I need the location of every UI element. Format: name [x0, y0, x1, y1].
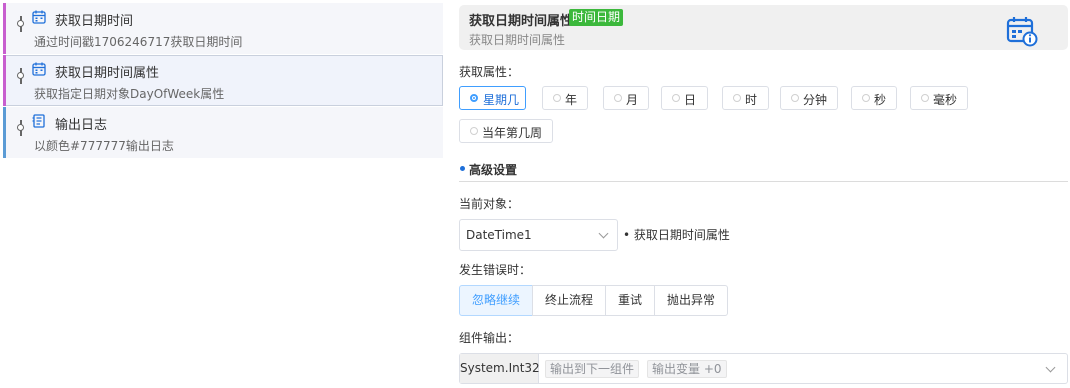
current-object-label: 当前对象：: [459, 197, 520, 211]
output-chip-next-component: 输出到下一组件: [545, 360, 640, 378]
calendar-icon: [32, 62, 46, 76]
log-icon: [32, 114, 45, 128]
chevron-down-icon: [598, 228, 609, 239]
output-chip-variable: 输出变量 +0: [647, 360, 727, 378]
current-object-note: • 获取日期时间属性: [623, 228, 730, 242]
flow-step-get-datetime-property[interactable]: 获取日期时间属性 获取指定日期对象DayOfWeek属性: [3, 55, 443, 106]
panel-title: 获取日期时间属性: [469, 14, 574, 29]
property-label: 获取属性：: [459, 65, 520, 79]
radio-dot: [791, 94, 799, 102]
calendar-icon: [32, 10, 46, 24]
ignore-continue-button[interactable]: 忽略继续: [459, 285, 533, 316]
flow-step-list: 获取日期时间 通过时间戳1706246717获取日期时间 获取日期时间属性 获取…: [0, 0, 444, 388]
radio-label: 分钟: [803, 93, 828, 107]
step-node-icon: [17, 68, 25, 84]
step-accent-bar: [3, 3, 6, 54]
step-node-icon: [17, 16, 25, 32]
radio-day[interactable]: 日: [661, 86, 708, 110]
step-title: 输出日志: [55, 118, 108, 133]
step-title: 获取日期时间: [55, 14, 134, 29]
flow-step-get-datetime[interactable]: 获取日期时间 通过时间戳1706246717获取日期时间: [3, 3, 443, 54]
radio-year[interactable]: 年: [542, 86, 588, 110]
stop-flow-button[interactable]: 终止流程: [532, 285, 606, 316]
category-tag: 时间日期: [569, 9, 624, 26]
radio-month[interactable]: 月: [603, 86, 649, 110]
current-object-select[interactable]: DateTime1: [459, 219, 618, 251]
step-description: 获取指定日期对象DayOfWeek属性: [34, 87, 225, 101]
output-label: 组件输出：: [459, 331, 520, 345]
step-accent-bar: [3, 55, 6, 106]
throw-exception-button[interactable]: 抛出异常: [654, 285, 728, 316]
radio-dot: [733, 94, 741, 102]
section-bullet-icon: [460, 166, 465, 171]
calendar-info-icon: [1006, 17, 1038, 47]
on-error-label: 发生错误时：: [459, 263, 532, 277]
step-accent-bar: [3, 107, 6, 158]
property-panel: 获取日期时间属性 时间日期 获取日期时间属性 获取属性： 星期几 年 月 日 时…: [459, 0, 1070, 388]
select-value: DateTime1: [466, 228, 532, 242]
flow-step-output-log[interactable]: 输出日志 以颜色#777777输出日志: [3, 107, 443, 158]
radio-millisecond[interactable]: 毫秒: [910, 86, 968, 110]
output-select[interactable]: System.Int32 输出到下一组件 输出变量 +0: [459, 353, 1068, 384]
radio-week-of-year[interactable]: 当年第几周: [459, 119, 553, 143]
radio-label: 秒: [874, 93, 887, 107]
step-description: 通过时间戳1706246717获取日期时间: [34, 35, 243, 49]
radio-label: 月: [626, 93, 639, 107]
radio-dot: [862, 94, 870, 102]
radio-second[interactable]: 秒: [851, 86, 897, 110]
section-title: 高级设置: [469, 163, 518, 177]
radio-label: 星期几: [483, 93, 520, 107]
radio-label: 年: [565, 93, 578, 107]
radio-minute[interactable]: 分钟: [780, 86, 838, 110]
radio-label: 当年第几周: [482, 126, 543, 140]
radio-dot: [470, 94, 478, 102]
radio-label: 日: [684, 93, 697, 107]
chevron-down-icon: [1045, 362, 1056, 373]
radio-dot: [672, 94, 680, 102]
radio-dot: [553, 94, 561, 102]
radio-hour[interactable]: 时: [722, 86, 769, 110]
panel-header: 获取日期时间属性 时间日期 获取日期时间属性: [459, 5, 1068, 50]
step-title: 获取日期时间属性: [55, 66, 160, 81]
advanced-settings-header[interactable]: 高级设置: [459, 160, 1068, 182]
radio-dot: [470, 127, 478, 135]
step-description: 以颜色#777777输出日志: [34, 139, 174, 153]
retry-button[interactable]: 重试: [605, 285, 655, 316]
radio-dot: [921, 94, 929, 102]
radio-day-of-week[interactable]: 星期几: [459, 86, 526, 110]
radio-dot: [614, 94, 622, 102]
panel-subtitle: 获取日期时间属性: [469, 33, 566, 47]
step-node-icon: [17, 120, 25, 136]
radio-label: 毫秒: [933, 93, 958, 107]
radio-label: 时: [745, 93, 758, 107]
output-type: System.Int32: [460, 354, 540, 383]
